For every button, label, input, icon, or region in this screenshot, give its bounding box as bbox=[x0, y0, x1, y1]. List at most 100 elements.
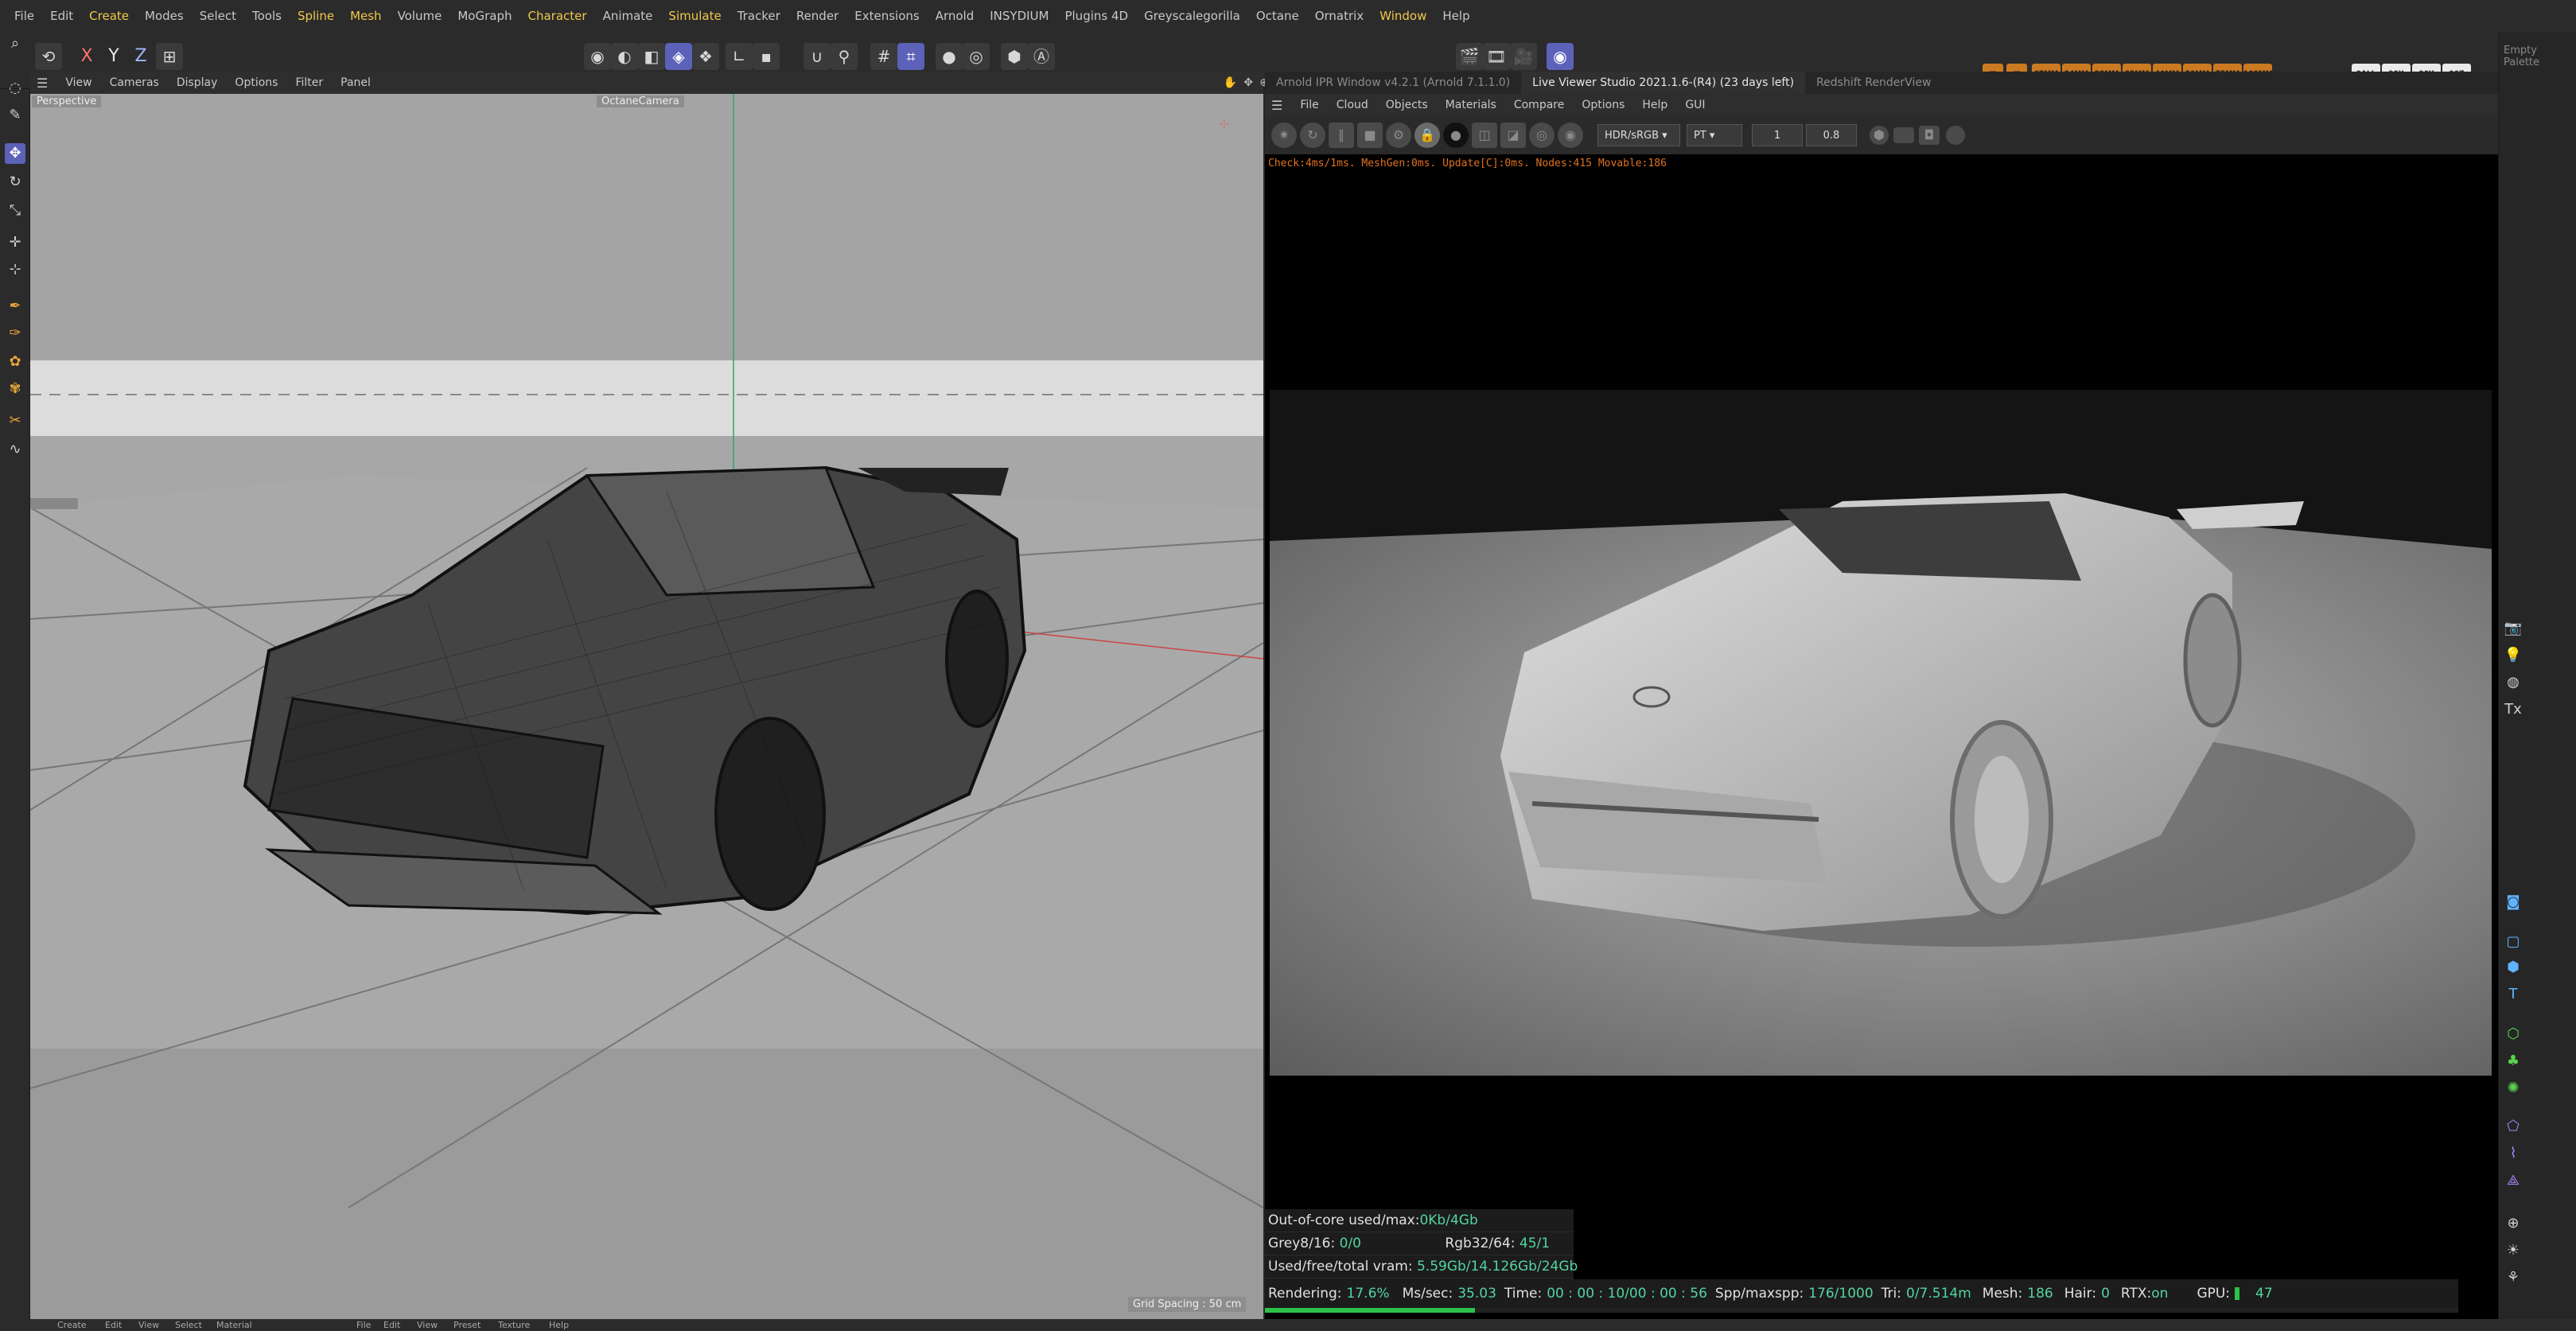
camera-label[interactable]: OctaneCamera bbox=[597, 95, 684, 107]
solo-icon[interactable]: ⬢ bbox=[1001, 43, 1028, 70]
move-icon[interactable]: ✥ bbox=[5, 143, 25, 164]
viewport-menu-panel[interactable]: Panel bbox=[340, 76, 371, 89]
field-b-input[interactable]: 0.8 bbox=[1806, 124, 1857, 146]
bottom-menu-view[interactable]: View bbox=[138, 1320, 159, 1330]
tab-arnold-ipr[interactable]: Arnold IPR Window v4.2.1 (Arnold 7.1.1.0… bbox=[1265, 72, 1521, 94]
menu-extensions[interactable]: Extensions bbox=[846, 9, 927, 23]
menu-select[interactable]: Select bbox=[192, 9, 244, 23]
sky-icon[interactable]: ☀ bbox=[2502, 1240, 2524, 1262]
polygons-mode-icon[interactable]: ◧ bbox=[638, 43, 665, 70]
soft-selection-icon[interactable]: ● bbox=[936, 43, 963, 70]
axis-mode-icon[interactable]: ∟ bbox=[726, 43, 753, 70]
menu-volume[interactable]: Volume bbox=[390, 9, 450, 23]
spline-deformer-icon[interactable]: ⌇ bbox=[2502, 1142, 2524, 1165]
transform-icon[interactable]: ✛ bbox=[5, 232, 25, 253]
null-object-icon[interactable]: ▢ bbox=[2502, 931, 2524, 953]
magnet-icon[interactable]: ∪ bbox=[804, 43, 831, 70]
spline-pen-icon[interactable]: ✒ bbox=[5, 296, 25, 317]
field-icon[interactable]: ⟁ bbox=[2502, 1169, 2524, 1192]
menu-animate[interactable]: Animate bbox=[595, 9, 661, 23]
coordinate-system-icon[interactable]: ⊞ bbox=[156, 43, 183, 70]
lv-menu-file[interactable]: File bbox=[1300, 99, 1318, 111]
menu-tools[interactable]: Tools bbox=[244, 9, 290, 23]
tab-redshift-renderview[interactable]: Redshift RenderView bbox=[1805, 72, 1942, 94]
menu-mesh[interactable]: Mesh bbox=[342, 9, 390, 23]
bottom-menu-create[interactable]: Create bbox=[57, 1320, 87, 1330]
floor-icon[interactable]: ⚘ bbox=[2502, 1267, 2524, 1289]
cloner-icon[interactable]: ♣ bbox=[2502, 1050, 2524, 1072]
field-a-input[interactable]: 1 bbox=[1752, 124, 1803, 146]
bottom-menu-view-2[interactable]: View bbox=[417, 1320, 438, 1330]
bottom-menu-texture[interactable]: Texture bbox=[498, 1320, 530, 1330]
menu-edit[interactable]: Edit bbox=[42, 9, 81, 23]
hamburger-icon[interactable]: ☰ bbox=[37, 76, 48, 91]
y-axis-lock[interactable]: Y bbox=[100, 43, 127, 70]
quantize-icon[interactable]: ⌗ bbox=[897, 43, 924, 70]
x-axis-lock[interactable]: X bbox=[73, 43, 100, 70]
menu-window[interactable]: Window bbox=[1372, 9, 1434, 23]
menu-octane[interactable]: Octane bbox=[1248, 9, 1307, 23]
sketch-icon[interactable]: ✑ bbox=[5, 323, 25, 344]
render-area[interactable]: Check:4ms/1ms. MeshGen:0ms. Update[C]:0m… bbox=[1265, 154, 2498, 1319]
send-scene-icon[interactable]: ✷ bbox=[1271, 123, 1297, 148]
viewport[interactable]: Perspective OctaneCamera ⊹ Grid Spacing … bbox=[30, 94, 1263, 1319]
material-picker-icon[interactable]: ◉ bbox=[1558, 123, 1583, 148]
redshift-ipr-icon[interactable]: ◉ bbox=[1547, 43, 1574, 70]
menu-ornatrix[interactable]: Ornatrix bbox=[1307, 9, 1372, 23]
film-region-icon[interactable]: ◪ bbox=[1500, 123, 1526, 148]
lv-menu-materials[interactable]: Materials bbox=[1446, 99, 1496, 111]
render-view-icon[interactable]: 🎬 bbox=[1456, 43, 1483, 70]
workplane-icon[interactable]: ▪ bbox=[753, 43, 780, 70]
points-mode-icon[interactable]: ◉ bbox=[584, 43, 611, 70]
magnet-tool-icon[interactable]: ∿ bbox=[5, 439, 25, 460]
render-settings-icon[interactable]: 🎥 bbox=[1510, 43, 1537, 70]
lv-menu-compare[interactable]: Compare bbox=[1514, 99, 1565, 111]
menu-spline[interactable]: Spline bbox=[290, 9, 342, 23]
bottom-menu-edit-2[interactable]: Edit bbox=[383, 1320, 400, 1330]
color-space-select[interactable]: HDR/sRGB ▾ bbox=[1597, 124, 1680, 146]
menu-insydium[interactable]: INSYDIUM bbox=[982, 9, 1056, 23]
focus-picker-icon[interactable]: ◎ bbox=[1529, 123, 1555, 148]
viewport-menu-options[interactable]: Options bbox=[235, 76, 278, 89]
clay-mode-icon[interactable] bbox=[1893, 127, 1914, 143]
light-icon[interactable]: 💡 bbox=[2502, 644, 2524, 667]
render-picture-viewer-icon[interactable]: 🎞 bbox=[1483, 43, 1510, 70]
move-view-icon[interactable]: ✥ bbox=[1243, 76, 1253, 89]
hex-icon[interactable]: ⬢ bbox=[1870, 126, 1889, 145]
menu-greyscalegorilla[interactable]: Greyscalegorilla bbox=[1136, 9, 1248, 23]
bottom-menu-file[interactable]: File bbox=[356, 1320, 371, 1330]
menu-mograph[interactable]: MoGraph bbox=[449, 9, 519, 23]
lv-menu-options[interactable]: Options bbox=[1582, 99, 1625, 111]
brush-icon[interactable]: ✾ bbox=[5, 379, 25, 399]
environment-icon[interactable]: ◍ bbox=[2502, 671, 2524, 694]
viewport-menu-filter[interactable]: Filter bbox=[295, 76, 323, 89]
viewport-menu-display[interactable]: Display bbox=[177, 76, 218, 89]
color-picker-icon[interactable]: ● bbox=[1443, 123, 1469, 148]
bottom-menu-select[interactable]: Select bbox=[175, 1320, 202, 1330]
edges-mode-icon[interactable]: ◐ bbox=[611, 43, 638, 70]
undo-icon[interactable]: ⟲ bbox=[35, 43, 62, 70]
hamburger-icon[interactable]: ☰ bbox=[1271, 98, 1282, 113]
snap-icon[interactable]: ⚲ bbox=[831, 43, 858, 70]
pause-icon[interactable]: ∥ bbox=[1329, 123, 1354, 148]
camera-object-icon[interactable]: 📷 bbox=[2502, 617, 2524, 640]
effector-icon[interactable]: ✺ bbox=[2502, 1077, 2524, 1099]
circle-icon[interactable] bbox=[1946, 126, 1965, 145]
deformer-icon[interactable]: ⬠ bbox=[2502, 1115, 2524, 1138]
bottom-menu-material[interactable]: Material bbox=[216, 1320, 252, 1330]
viewport-menu-cameras[interactable]: Cameras bbox=[110, 76, 159, 89]
settings-gear-icon[interactable]: ⚙ bbox=[1386, 123, 1411, 148]
lv-menu-gui[interactable]: GUI bbox=[1685, 99, 1705, 111]
live-selection-icon[interactable]: ◌ bbox=[5, 78, 25, 99]
menu-file[interactable]: File bbox=[6, 9, 42, 23]
scale-icon[interactable]: ⤡ bbox=[5, 200, 25, 221]
viewport-camera-icon[interactable]: ◙ bbox=[2502, 891, 2524, 913]
knife-icon[interactable]: ✂ bbox=[5, 411, 25, 431]
menu-modes[interactable]: Modes bbox=[137, 9, 192, 23]
cube-icon[interactable]: ⬢ bbox=[2502, 956, 2524, 979]
stop-icon[interactable]: ■ bbox=[1357, 123, 1383, 148]
lock-icon[interactable]: 🔒 bbox=[1414, 123, 1440, 148]
tab-live-viewer[interactable]: Live Viewer Studio 2021.1.6-(R4) (23 day… bbox=[1521, 72, 1806, 94]
menu-character[interactable]: Character bbox=[520, 9, 595, 23]
menu-plugins[interactable]: Plugins 4D bbox=[1056, 9, 1136, 23]
